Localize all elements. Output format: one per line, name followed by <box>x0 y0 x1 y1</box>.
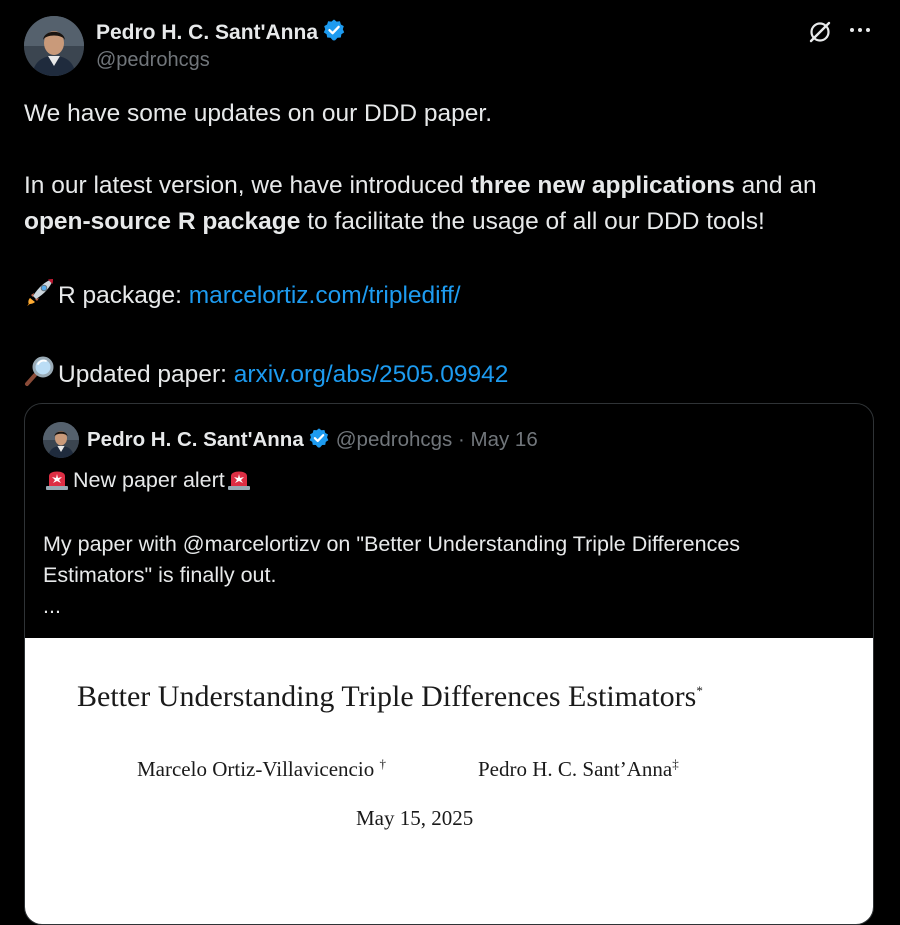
paper-author-2-mark: ‡ <box>672 756 679 771</box>
package-link[interactable]: marcelortiz.com/triplediff/ <box>189 282 461 309</box>
quoted-alert-line: New paper alert <box>43 464 843 501</box>
quoted-alert-text: New paper alert <box>73 468 225 492</box>
tweet-paragraph-update: In our latest version, we have introduce… <box>24 168 884 240</box>
tweet-line-paper: Updated paper: arxiv.org/abs/2505.09942 <box>24 355 884 398</box>
quoted-tweet[interactable]: Pedro H. C. Sant'Anna @pedrohcgs · May 1… <box>24 403 874 925</box>
author-avatar[interactable] <box>24 16 84 76</box>
siren-emoji <box>43 464 71 501</box>
grok-icon[interactable] <box>806 18 834 51</box>
tweet-text-segment: to facilitate the usage of all our DDD t… <box>300 208 765 235</box>
paper-title: Better Understanding Triple Differences … <box>77 680 703 714</box>
paper-author-2: Pedro H. C. Sant’Anna‡ <box>478 756 679 782</box>
tweet-text-segment: and an <box>734 172 817 199</box>
quoted-meta[interactable]: @pedrohcgs · May 16 <box>336 428 538 452</box>
rocket-emoji <box>24 276 56 319</box>
quoted-ellipsis: ... <box>43 594 61 618</box>
author-handle[interactable]: @pedrohcgs <box>96 49 210 72</box>
verified-badge-icon[interactable] <box>322 18 346 48</box>
tweet-text-segment: In our latest version, we have introduce… <box>24 172 471 199</box>
quoted-author-avatar[interactable] <box>43 422 79 458</box>
quoted-author-name[interactable]: Pedro H. C. Sant'Anna <box>87 428 304 452</box>
magnifying-glass-emoji <box>24 355 56 398</box>
paper-label: Updated paper: <box>58 361 234 388</box>
tweet-bold-package: open-source R package <box>24 208 301 235</box>
paper-author-1: Marcelo Ortiz-Villavicencio † <box>137 756 386 782</box>
more-icon[interactable] <box>848 18 872 47</box>
author-name[interactable]: Pedro H. C. Sant'Anna <box>96 18 346 48</box>
paper-date: May 15, 2025 <box>356 806 474 830</box>
paper-author-2-text: Pedro H. C. Sant’Anna <box>478 757 673 781</box>
siren-emoji <box>225 464 253 501</box>
quoted-body: My paper with @marcelortizv on "Better U… <box>43 532 741 587</box>
paper-link[interactable]: arxiv.org/abs/2505.09942 <box>234 361 509 388</box>
author-name-text[interactable]: Pedro H. C. Sant'Anna <box>96 21 318 45</box>
tweet-bold-applications: three new applications <box>470 172 735 199</box>
verified-badge-icon[interactable] <box>308 427 330 454</box>
quoted-tweet-header: Pedro H. C. Sant'Anna @pedrohcgs · May 1… <box>43 422 538 458</box>
paper-title-text: Better Understanding Triple Differences … <box>77 680 697 713</box>
quoted-tweet-text: New paper alert My paper with @marcelort… <box>43 464 843 622</box>
package-label: R package: <box>58 282 189 309</box>
paper-title-mark: * <box>696 683 703 698</box>
tweet-line-intro: We have some updates on our DDD paper. <box>24 100 493 127</box>
tweet-line-package: R package: marcelortiz.com/triplediff/ <box>24 276 884 319</box>
paper-preview-image[interactable]: Better Understanding Triple Differences … <box>25 638 873 924</box>
paper-author-1-mark: † <box>379 756 386 771</box>
paper-author-1-text: Marcelo Ortiz-Villavicencio <box>137 757 375 781</box>
tweet-text: We have some updates on our DDD paper. I… <box>24 96 884 398</box>
